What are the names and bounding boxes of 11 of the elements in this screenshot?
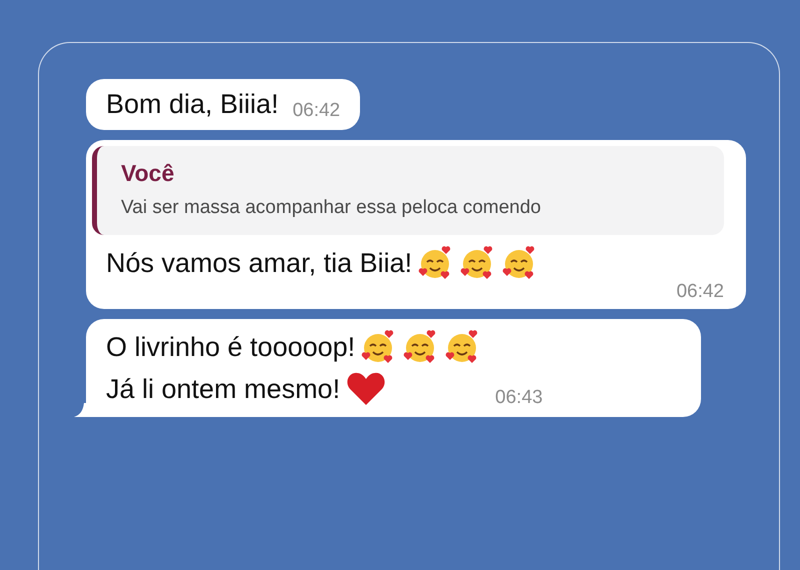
message-text: Já li ontem mesmo!: [106, 374, 340, 404]
reply-author: Você: [121, 160, 176, 187]
quoted-reply[interactable]: Você Vai ser massa acompanhar essa peloca comendo: [92, 146, 724, 235]
message-time: 06:42: [292, 100, 340, 122]
message-text: Nós vamos amar, tia Biia!: [106, 248, 412, 278]
heart-icon: [346, 371, 386, 407]
reply-text: Vai ser massa acompanhar essa peloca comendo: [121, 197, 542, 219]
message-time: 06:42: [676, 281, 724, 303]
message-time: 06:43: [495, 387, 543, 409]
message-text: O livrinho é tooooop!: [106, 332, 356, 362]
message-text: Bom dia, Biiia!: [106, 89, 279, 120]
